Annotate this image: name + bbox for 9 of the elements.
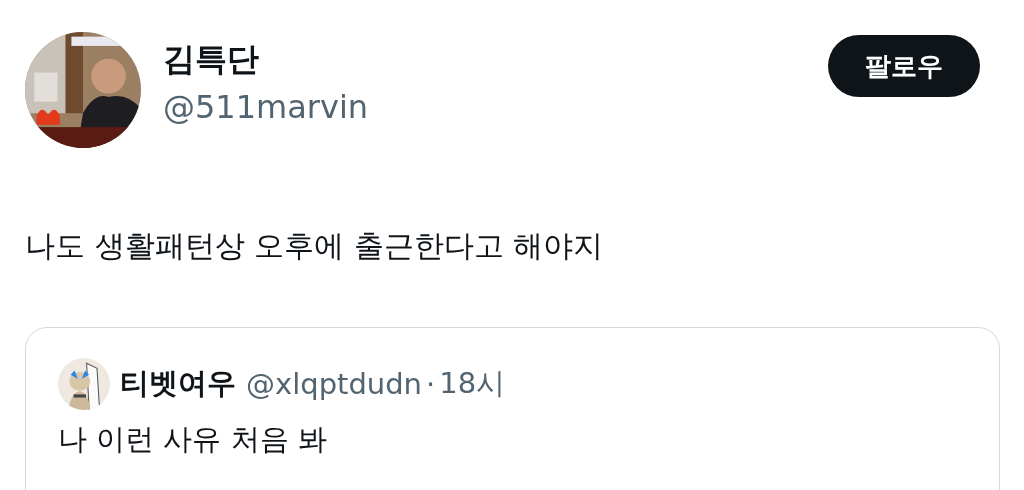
author-name: 김특단 [163, 39, 260, 80]
tweet-text: 나도 생활패턴상 오후에 출근한다고 해야지 [25, 227, 605, 265]
separator-dot: · [426, 367, 436, 401]
quoted-author-handle[interactable]: @xlqptdudn [246, 367, 422, 401]
quoted-text: 나 이런 사유 처음 봐 [58, 421, 328, 458]
quoted-time: 18시 [439, 365, 506, 402]
quoted-author-name: 티벳여우 [120, 365, 236, 402]
follow-button[interactable]: 팔로우 [828, 35, 980, 97]
author-handle[interactable]: @511marvin [163, 85, 806, 129]
